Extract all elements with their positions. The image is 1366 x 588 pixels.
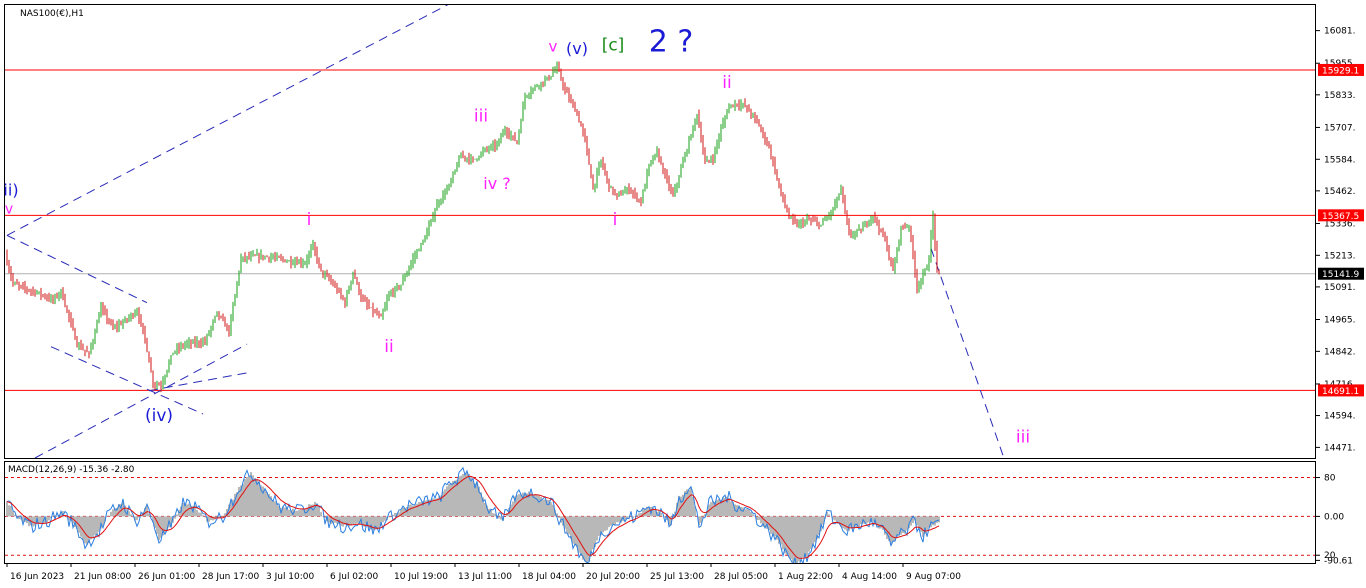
y-tick-label: 16081. xyxy=(1324,27,1356,37)
wave-label: [c] xyxy=(602,35,625,55)
x-tick-label: 20 Jul 20:00 xyxy=(586,572,640,582)
price-tag-label: 15141.9 xyxy=(1322,270,1359,280)
x-tick-label: 6 Jul 02:00 xyxy=(330,572,379,582)
wave-label: v xyxy=(549,38,558,56)
macd-tick-label: 80 xyxy=(1324,474,1336,484)
wave-label: ii) xyxy=(3,180,18,199)
x-tick-label: 1 Aug 22:00 xyxy=(778,572,833,582)
x-tick-label: 10 Jul 19:00 xyxy=(394,572,448,582)
price-tag-label: 15929.1 xyxy=(1322,66,1359,76)
x-tick-label: 16 Jun 2023 xyxy=(10,572,64,582)
wave-label: iii xyxy=(1016,427,1030,447)
x-tick-label: 28 Jul 05:00 xyxy=(714,572,768,582)
x-tick-label: 4 Aug 14:00 xyxy=(842,572,897,582)
wave-label: ii xyxy=(384,337,393,357)
price-tag-label: 15367.5 xyxy=(1322,212,1359,222)
x-tick-label: 25 Jul 13:00 xyxy=(650,572,704,582)
x-tick-label: 18 Jul 04:00 xyxy=(522,572,576,582)
macd-tick-label: -90.61 xyxy=(1324,556,1353,566)
y-tick-label: 15091. xyxy=(1324,283,1356,293)
wave-label: i xyxy=(307,210,312,230)
x-tick-label: 26 Jun 01:00 xyxy=(138,572,195,582)
chart-area: v (v) [c] 2 ?iiiiiiv ?i iiiii)v(iv)iii 16081… xyxy=(3,4,1364,582)
y-tick-label: 14471. xyxy=(1324,443,1356,453)
y-tick-label: 15584. xyxy=(1324,155,1356,165)
symbol-title: NAS100(€),H1 xyxy=(20,9,84,19)
y-tick-label: 14965. xyxy=(1324,316,1356,326)
wave-label: v xyxy=(5,201,13,217)
x-tick-label: 13 Jul 11:00 xyxy=(458,572,512,582)
x-tick-label: 3 Jul 10:00 xyxy=(266,572,315,582)
wave-label: iv ? xyxy=(483,174,511,193)
wave-label: ii xyxy=(722,73,731,93)
x-tick-label: 21 Jun 08:00 xyxy=(74,572,131,582)
y-tick-label: 14842. xyxy=(1324,347,1356,357)
wave-label: i xyxy=(613,210,618,230)
wave-label: 2 ? xyxy=(649,25,694,60)
wave-label: iii xyxy=(474,106,488,126)
x-tick-label: 9 Aug 07:00 xyxy=(906,572,961,582)
macd-indicator-label: MACD(12,26,9) -15.36 -2.80 xyxy=(8,465,135,475)
x-tick-label: 28 Jun 17:00 xyxy=(202,572,259,582)
wave-label: (v) xyxy=(566,39,588,58)
y-tick-label: 15833. xyxy=(1324,91,1356,101)
y-tick-label: 15707. xyxy=(1324,123,1356,133)
y-tick-label: 15213. xyxy=(1324,251,1356,261)
y-tick-label: 15462. xyxy=(1324,187,1356,197)
wave-label: (iv) xyxy=(145,406,173,426)
macd-tick-label: 0.00 xyxy=(1324,512,1344,522)
y-tick-label: 14594. xyxy=(1324,412,1356,422)
price-tag-label: 14691.1 xyxy=(1322,387,1359,397)
